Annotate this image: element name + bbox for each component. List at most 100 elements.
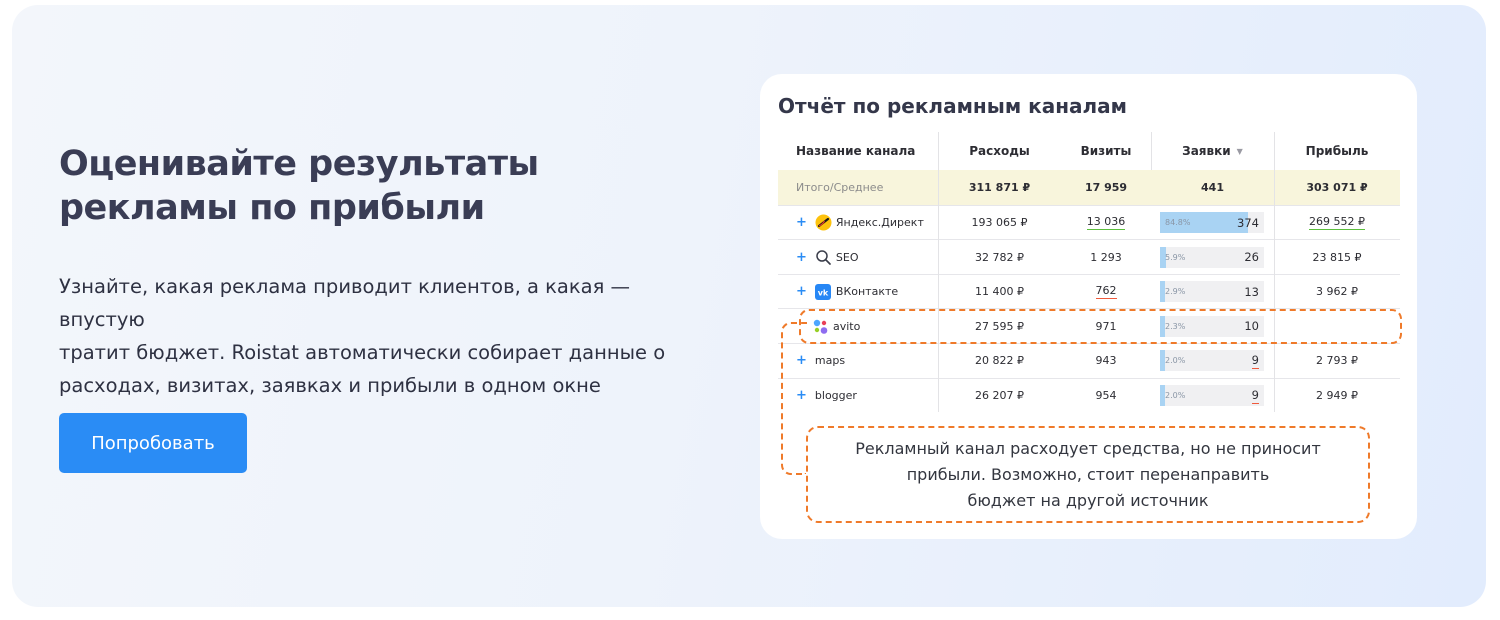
costs-value: 193 065 ₽ [971,216,1028,229]
table-row[interactable]: + maps 20 822 ₽943 2.0% 9 2 793 ₽ [778,343,1400,378]
visits-cell: 762 [1061,274,1151,309]
profit-value: 3 962 ₽ [1316,285,1358,299]
channel-name[interactable]: ВКонтакте [836,285,898,298]
headline-line-1: Оценивайте результаты [59,144,539,184]
leads-share-percent: 84.8% [1165,218,1191,227]
description-line-3: расходах, визитах, заявках и прибыли в о… [59,374,601,397]
profit-value: 23 815 ₽ [1312,250,1362,264]
expand-plus-icon[interactable]: + [796,250,807,265]
description-line-1: Узнайте, какая реклама приводит клиентов… [59,275,630,331]
report-title: Отчёт по рекламным каналам [778,94,1128,118]
visits-cell: 943 [1061,343,1151,378]
channel-name[interactable]: SEO [836,251,859,264]
leads-share-bar: 2.0% 9 [1160,350,1264,372]
visits-cell: 954 [1061,378,1151,413]
visits-value: 1 293 [1090,250,1122,264]
leads-cell: 5.9% 26 [1151,240,1274,275]
column-divider [1274,132,1275,412]
leads-share-percent: 5.9% [1165,252,1186,262]
channel-name-cell: + vk ВКонтакте [778,274,938,309]
table-row[interactable]: + SEO 32 782 ₽ 1 293 5.9% 26 23 815 ₽ [778,240,1400,275]
total-costs: 311 871 ₽ [968,181,1031,194]
column-header-name[interactable]: Название канала [778,132,938,170]
callout-line-2: прибыли. Возможно, стоит перенаправить [906,464,1270,484]
profit-value: 2 949 ₽ [1316,389,1358,402]
visits-cell: 1 293 [1061,240,1151,275]
leads-share-bar: 2.9% 13 [1160,281,1264,303]
visits-value: 13 036 [1086,215,1126,230]
costs-value: 32 782 ₽ [975,250,1024,264]
costs-value: 20 822 ₽ [975,354,1024,368]
row-divider [778,273,1400,275]
table-row[interactable]: + vk ВКонтакте 11 400 ₽ 762 2.9% 13 3 962 ₽ [778,274,1400,309]
leads-share-percent: 2.9% [1165,287,1186,297]
column-divider [938,132,939,412]
expand-plus-icon[interactable]: + [796,215,807,230]
callout-connector [781,322,807,475]
leads-share-bar: 84.8% 374 [1160,212,1264,233]
leads-share-percent: 2.0% [1165,356,1186,366]
headline-line-2: рекламы по прибыли [59,188,485,228]
leads-value: 13 [1244,284,1259,299]
costs-cell: 193 065 ₽ [938,205,1061,240]
channel-name-cell: + Яндекс.Директ [778,205,938,240]
total-row: Итого/Среднее 311 871 ₽ 17 959 441 303 0… [778,170,1400,205]
leads-cell: 84.8% 374 [1151,205,1274,240]
total-profit: 303 071 ₽ [1306,181,1368,194]
channel-name-cell: + SEO [778,240,938,275]
leads-value: 9 [1251,352,1259,369]
sort-desc-icon: ▼ [1236,146,1243,156]
visits-cell: 13 036 [1061,205,1151,240]
leads-value: 9 [1251,387,1259,404]
channel-name[interactable]: blogger [815,389,857,402]
profit-cell: 2 793 ₽ [1274,343,1400,378]
costs-cell: 32 782 ₽ [938,240,1061,275]
costs-cell: 20 822 ₽ [938,343,1061,378]
total-visits: 17 959 [1084,181,1128,194]
total-leads: 441 [1201,181,1224,194]
row-divider [778,239,1400,241]
callout-line-3: бюджет на другой источник [967,490,1209,510]
row-divider [778,377,1400,379]
leads-share-bar: 2.0% 9 [1160,385,1264,406]
channel-name[interactable]: Яндекс.Директ [836,216,924,229]
page-title: Оценивайте результаты рекламы по прибыли [59,142,619,230]
leads-cell: 2.0% 9 [1151,378,1274,413]
avito-highlight [799,309,1402,344]
costs-cell: 26 207 ₽ [938,378,1061,413]
table-row[interactable]: + Яндекс.Директ 193 065 ₽ 13 036 84.8% 374 269… [778,205,1400,240]
column-header-profit[interactable]: Прибыль [1274,132,1400,170]
profit-cell: 2 949 ₽ [1274,378,1400,413]
leads-cell: 2.0% 9 [1151,343,1274,378]
visits-value: 762 [1095,284,1117,300]
profit-value: 269 552 ₽ [1309,215,1365,230]
leads-share-percent: 2.0% [1165,391,1186,400]
profit-cell: 3 962 ₽ [1274,274,1400,309]
description: Узнайте, какая реклама приводит клиентов… [59,270,709,402]
description-line-2: тратит бюджет. Roistat автоматически соб… [59,341,666,364]
leads-cell: 2.9% 13 [1151,274,1274,309]
yandex-direct-icon [815,214,832,231]
profit-cell: 269 552 ₽ [1274,205,1400,240]
expand-plus-icon[interactable]: + [796,284,807,299]
column-divider [1151,132,1152,170]
try-button[interactable]: Попробовать [59,413,247,473]
column-header-leads[interactable]: Заявки ▼ [1151,132,1274,170]
costs-value: 11 400 ₽ [975,285,1024,299]
leads-share-bar: 5.9% 26 [1160,246,1264,268]
svg-text:vk: vk [818,288,829,297]
callout-line-1: Рекламный канал расходует средства, но н… [855,438,1321,458]
costs-cell: 11 400 ₽ [938,274,1061,309]
column-header-visits[interactable]: Визиты [1061,132,1151,170]
insight-callout: Рекламный канал расходует средства, но н… [806,426,1370,523]
table-header: Название канала Расходы Визиты Заявки ▼ … [778,132,1400,170]
visits-value: 954 [1095,389,1117,402]
table-row[interactable]: + blogger 26 207 ₽954 2.0% 9 2 949 ₽ [778,378,1400,413]
column-header-costs[interactable]: Расходы [938,132,1061,170]
total-label: Итого/Среднее [796,181,884,194]
leads-value: 26 [1244,250,1259,265]
vk-icon: vk [815,283,832,300]
channel-name[interactable]: maps [815,354,845,367]
profit-value: 2 793 ₽ [1316,354,1358,368]
column-header-leads-label: Заявки [1182,144,1231,158]
